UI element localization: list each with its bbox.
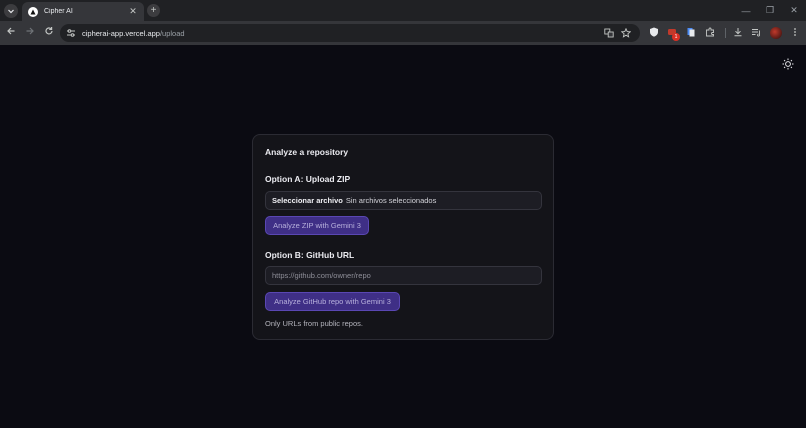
shield-icon[interactable] — [648, 27, 660, 39]
url-host: cipherai-app.vercel.app — [82, 28, 160, 38]
site-info-icon[interactable] — [66, 28, 76, 38]
download-icon[interactable] — [732, 27, 744, 39]
puzzle-icon[interactable] — [704, 27, 716, 39]
option-b-title: Option B: GitHub URL — [265, 250, 355, 260]
browser-toolbar: cipherai-app.vercel.app /upload 1 — [0, 21, 806, 45]
star-icon[interactable] — [620, 27, 632, 38]
translate-icon[interactable] — [604, 28, 614, 38]
browser-tab-active[interactable]: Cipher AI ✕ — [22, 2, 144, 21]
card-title: Analyze a repository — [265, 147, 349, 157]
browser-tab-strip: Cipher AI ✕ + — ❐ ✕ — [0, 0, 806, 21]
toolbar-divider — [725, 28, 726, 38]
tab-close-icon[interactable]: ✕ — [128, 6, 138, 17]
github-url-input[interactable] — [265, 266, 542, 285]
profile-avatar-icon[interactable] — [770, 27, 782, 39]
new-tab-button[interactable]: + — [147, 4, 160, 17]
zip-file-input[interactable]: Seleccionar archivo Sin archivos selecci… — [265, 191, 542, 210]
document-extension-icon[interactable] — [685, 27, 697, 39]
forward-icon[interactable] — [23, 26, 37, 40]
menu-kebab-icon[interactable] — [789, 27, 801, 39]
theme-toggle-icon[interactable] — [781, 57, 795, 71]
favicon-icon — [28, 6, 38, 17]
back-icon[interactable] — [4, 26, 18, 40]
notification-badge: 1 — [672, 33, 680, 41]
public-repos-note: Only URLs from public repos. — [265, 319, 363, 328]
analyze-card: Analyze a repository Option A: Upload ZI… — [252, 134, 554, 340]
reload-icon[interactable] — [42, 26, 56, 40]
tab-search-icon[interactable] — [4, 4, 18, 18]
option-a-title: Option A: Upload ZIP — [265, 174, 351, 184]
minimize-button[interactable]: — — [734, 0, 758, 21]
address-bar[interactable]: cipherai-app.vercel.app /upload — [60, 24, 640, 42]
analyze-github-button[interactable]: Analyze GitHub repo with Gemini 3 — [265, 292, 400, 311]
url-path: /upload — [159, 28, 185, 38]
tab-title: Cipher AI — [44, 8, 73, 15]
media-icon[interactable] — [750, 27, 762, 39]
choose-file-button[interactable]: Seleccionar archivo — [272, 196, 343, 205]
window-close-button[interactable]: ✕ — [782, 0, 806, 21]
file-status-text: Sin archivos seleccionados — [345, 196, 437, 205]
analyze-zip-button[interactable]: Analyze ZIP with Gemini 3 — [265, 216, 369, 235]
restore-button[interactable]: ❐ — [758, 0, 782, 21]
